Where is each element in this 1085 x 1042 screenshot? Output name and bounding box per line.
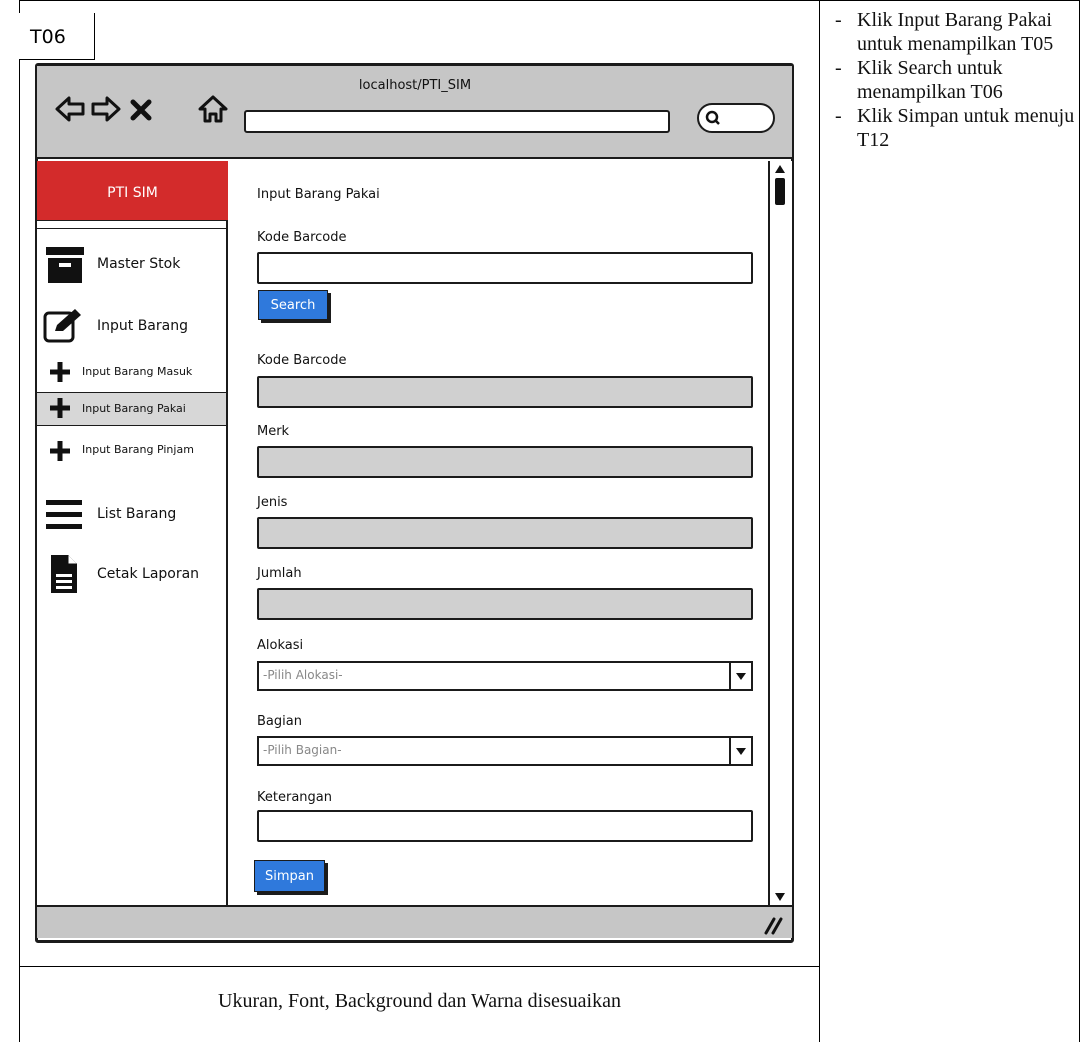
scroll-up-icon[interactable] — [774, 164, 786, 174]
field-label-kode-barcode: Kode Barcode — [257, 353, 347, 368]
sidebar-subitem-masuk[interactable]: Input Barang Masuk — [82, 365, 192, 378]
sidebar-divider — [37, 228, 228, 229]
scroll-down-icon[interactable] — [774, 892, 786, 902]
resize-handle-icon[interactable] — [762, 915, 784, 935]
list-icon — [46, 500, 82, 529]
sidebar-item-list-barang[interactable]: List Barang — [97, 506, 176, 522]
plus-icon — [50, 441, 70, 461]
scrollbar[interactable] — [768, 161, 792, 937]
brand-header[interactable]: PTI SIM — [37, 161, 228, 221]
plus-icon — [50, 362, 70, 382]
jumlah-field — [257, 588, 753, 620]
alokasi-dropdown-button[interactable] — [729, 663, 751, 689]
sidebar-item-master-stok[interactable]: Master Stok — [97, 256, 180, 272]
bagian-select[interactable]: -Pilih Bagian- — [257, 736, 753, 766]
bagian-label: Bagian — [257, 714, 302, 729]
plus-icon — [50, 398, 70, 418]
note-text: Klik Input Barang Pakai untuk menampilka… — [857, 9, 1054, 55]
caption: Ukuran, Font, Background dan Warna dises… — [218, 990, 621, 1012]
jenis-field — [257, 517, 753, 549]
browser-url-title: localhost/PTI_SIM — [358, 78, 472, 93]
sidebar-subitem-pakai[interactable]: Input Barang Pakai — [82, 402, 186, 415]
sidebar-subitem-pinjam[interactable]: Input Barang Pinjam — [82, 443, 194, 456]
field-label-merk: Merk — [257, 424, 290, 439]
scrollbar-thumb[interactable] — [775, 178, 785, 205]
keterangan-label: Keterangan — [257, 790, 332, 805]
address-bar[interactable] — [244, 110, 670, 133]
alokasi-select[interactable]: -Pilih Alokasi- — [257, 661, 753, 691]
brand-label: PTI SIM — [107, 185, 158, 201]
notes-divider — [819, 0, 820, 1042]
chevron-down-icon — [736, 673, 746, 680]
merk-field — [257, 446, 753, 478]
note-item: - Klik Search untuk menampilkan T06 — [835, 56, 1080, 104]
simpan-button[interactable]: Simpan — [254, 860, 325, 892]
caption-divider — [19, 966, 820, 967]
note-item: - Klik Input Barang Pakai untuk menampilk… — [835, 8, 1080, 56]
note-text: Klik Search untuk menampilkan T06 — [857, 57, 1003, 103]
forward-icon[interactable] — [90, 93, 122, 125]
sidebar-item-input-barang[interactable]: Input Barang — [97, 318, 188, 334]
edit-icon — [43, 309, 81, 343]
bagian-dropdown-button[interactable] — [729, 738, 751, 764]
note-item: - Klik Simpan untuk menuju T12 — [835, 104, 1080, 152]
note-text: Klik Simpan untuk menuju T12 — [857, 105, 1075, 151]
notes-panel: - Klik Input Barang Pakai untuk menampilk… — [835, 8, 1080, 152]
alokasi-placeholder: -Pilih Alokasi- — [263, 668, 343, 682]
search-icon — [705, 110, 720, 125]
field-label-jumlah: Jumlah — [257, 566, 302, 581]
page-title: Input Barang Pakai — [257, 187, 380, 202]
kode-barcode-field — [257, 376, 753, 408]
home-icon[interactable] — [196, 93, 230, 125]
document-icon — [51, 555, 77, 593]
chevron-down-icon — [736, 748, 746, 755]
bagian-placeholder: -Pilih Bagian- — [263, 743, 342, 757]
browser-search-field[interactable] — [697, 103, 775, 133]
browser-statusbar — [37, 905, 792, 938]
screen-id: T06 — [30, 26, 66, 48]
search-button[interactable]: Search — [258, 290, 328, 320]
search-barcode-label: Kode Barcode — [257, 230, 347, 245]
back-icon[interactable] — [54, 93, 86, 125]
close-icon[interactable] — [128, 93, 154, 125]
alokasi-label: Alokasi — [257, 638, 304, 653]
keterangan-input[interactable] — [257, 810, 753, 842]
search-barcode-input[interactable] — [257, 252, 753, 284]
sidebar-item-cetak-laporan[interactable]: Cetak Laporan — [97, 566, 199, 582]
archive-icon — [46, 247, 84, 283]
field-label-jenis: Jenis — [257, 495, 288, 510]
